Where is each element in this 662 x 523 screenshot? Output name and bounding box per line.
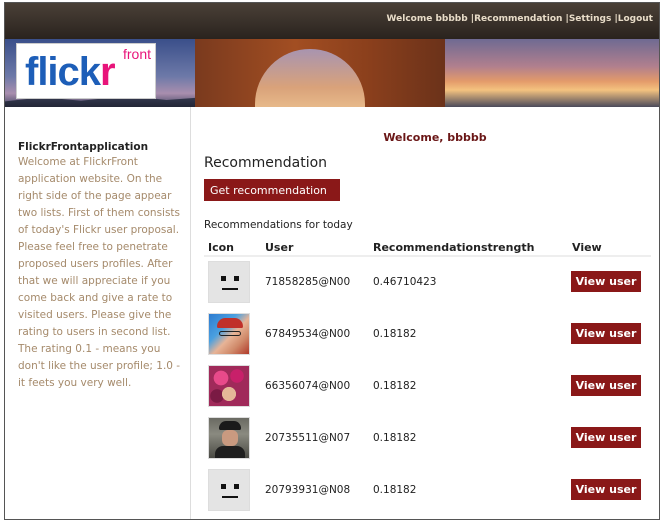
sidebar-description: Welcome at FlickrFront application websi… (18, 156, 181, 389)
recommendation-strength: 0.18182 (373, 380, 417, 392)
table-row: 71858285@N00 0.46710423 View user (204, 261, 651, 313)
user-photo-icon (208, 365, 250, 407)
table-row: 20793931@N08 0.18182 View user (204, 469, 651, 519)
default-avatar-icon (208, 469, 250, 511)
recommendations-today-label: Recommendations for today (204, 219, 353, 231)
user-id: 67849534@N00 (265, 328, 351, 340)
header-icon: Icon (208, 241, 235, 254)
header-user: User (265, 241, 294, 254)
view-user-button[interactable]: View user (571, 427, 641, 448)
get-recommendation-button[interactable]: Get recommendation (204, 179, 340, 201)
page-title: Recommendation (204, 155, 328, 171)
nav-logout-link[interactable]: Logout (618, 14, 653, 24)
user-id: 71858285@N00 (265, 276, 351, 288)
top-bar: Welcome bbbbb |Recommendation |Settings … (5, 3, 659, 39)
table-header: Icon User Recommendationstrength View (204, 237, 651, 257)
welcome-message: Welcome, bbbbb (383, 131, 487, 144)
header-strength: Recommendationstrength (373, 241, 535, 254)
user-photo-icon (208, 313, 250, 355)
table-row: 20735511@N07 0.18182 View user (204, 417, 651, 469)
header-banner: flickr front (5, 39, 659, 107)
user-id: 20735511@N07 (265, 432, 351, 444)
default-avatar-icon (208, 261, 250, 303)
app-frame: Welcome bbbbb |Recommendation |Settings … (4, 2, 660, 520)
recommendation-strength: 0.18182 (373, 484, 417, 496)
user-photo-icon (208, 417, 250, 459)
top-nav: Welcome bbbbb |Recommendation |Settings … (386, 14, 653, 24)
nav-settings-link[interactable]: Settings (569, 14, 611, 24)
flickrfront-logo[interactable]: flickr front (16, 43, 156, 99)
main-content: Welcome, bbbbb Recommendation Get recomm… (191, 107, 659, 519)
table-row: 67849534@N00 0.18182 View user (204, 313, 651, 365)
recommendation-strength: 0.18182 (373, 432, 417, 444)
recommendation-strength: 0.18182 (373, 328, 417, 340)
nav-recommendation-link[interactable]: Recommendation (474, 14, 562, 24)
user-id: 66356074@N00 (265, 380, 351, 392)
nav-welcome: Welcome bbbbb (386, 14, 468, 24)
view-user-button[interactable]: View user (571, 323, 641, 344)
header-view: View (572, 241, 602, 254)
sidebar-title: FlickrFrontapplication (18, 141, 149, 153)
view-user-button[interactable]: View user (571, 375, 641, 396)
user-id: 20793931@N08 (265, 484, 351, 496)
sidebar: FlickrFrontapplication Welcome at Flickr… (5, 107, 191, 519)
table-row: 66356074@N00 0.18182 View user (204, 365, 651, 417)
view-user-button[interactable]: View user (571, 271, 641, 292)
view-user-button[interactable]: View user (571, 479, 641, 500)
recommendation-strength: 0.46710423 (373, 276, 437, 288)
